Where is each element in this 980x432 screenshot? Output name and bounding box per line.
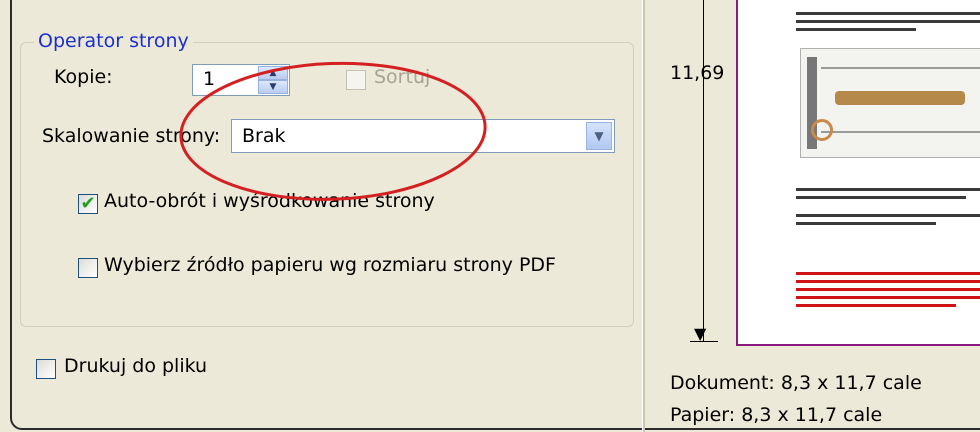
arrow-down-icon: ▼ (694, 324, 707, 343)
document-size: Dokument: 8,3 x 11,7 cale (670, 372, 922, 394)
spin-down-icon[interactable]: ▼ (258, 80, 288, 94)
print-to-file-label: Drukuj do pliku (64, 355, 208, 377)
page-height-label: 11,69 (670, 62, 725, 84)
chevron-down-icon[interactable]: ▼ (586, 122, 612, 150)
pane-divider (642, 0, 645, 432)
auto-rotate-label: Auto-obrót i wyśrodkowanie strony (104, 190, 435, 212)
paper-source-label: Wybierz źródło papieru wg rozmiaru stron… (104, 254, 556, 276)
scaling-select[interactable]: Brak ▼ (231, 119, 615, 153)
copies-spinner[interactable]: ▲ ▼ (258, 66, 288, 94)
scaling-label: Skalowanie strony: (42, 125, 221, 147)
paper-size: Papier: 8,3 x 11,7 cale (670, 404, 883, 426)
dimension-cap (690, 341, 718, 342)
scaling-value: Brak (242, 125, 286, 147)
print-dialog: Operator strony Kopie: 1 ▲ ▼ Sortuj Skal… (0, 0, 980, 432)
auto-rotate-checkbox[interactable]: ✔ (78, 194, 98, 214)
page-preview (736, 0, 980, 346)
copies-label: Kopie: (54, 66, 113, 88)
sort-checkbox[interactable] (346, 70, 366, 90)
group-title: Operator strony (34, 30, 193, 52)
spin-up-icon[interactable]: ▲ (258, 66, 288, 80)
print-to-file-checkbox[interactable] (36, 359, 56, 379)
sort-label: Sortuj (374, 66, 431, 88)
preview-figure (800, 48, 980, 158)
height-dimension-line (703, 0, 704, 341)
paper-source-checkbox[interactable] (78, 258, 98, 278)
